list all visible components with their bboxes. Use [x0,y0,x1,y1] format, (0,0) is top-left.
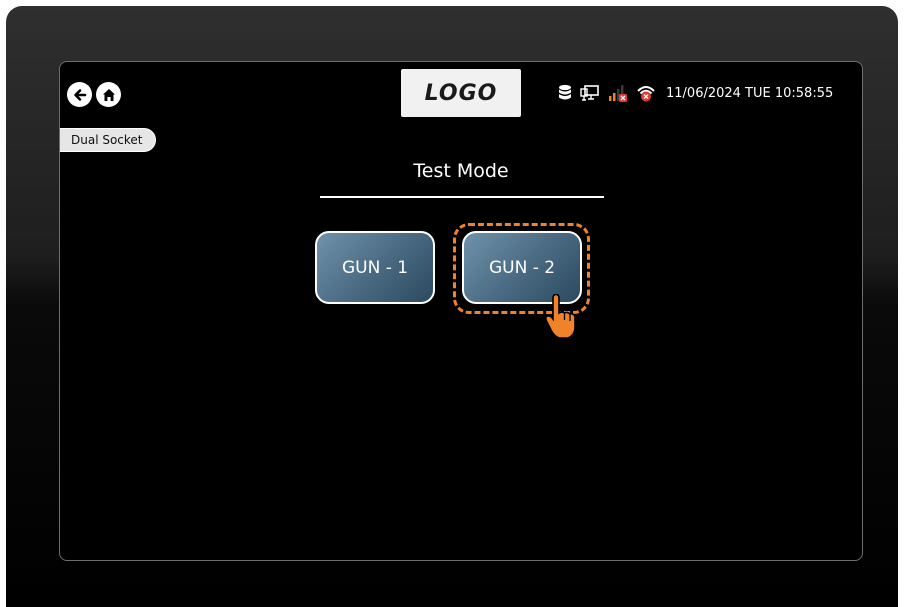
logo: LOGO [401,69,521,117]
title-divider [320,196,604,198]
signal-error-icon [608,84,628,102]
gun-1-button[interactable]: GUN - 1 [315,231,435,304]
back-button[interactable] [67,82,92,107]
logo-text: LOGO [424,80,498,106]
status-bar: 11/06/2024 TUE 10:58:55 [558,82,833,104]
network-icon [580,84,600,102]
pointing-hand-icon [544,294,576,339]
arrow-left-icon [73,88,86,101]
home-icon [102,88,115,101]
page-title: Test Mode [413,160,509,182]
wifi-error-icon [636,84,656,102]
hmi-screen: LOGO 11/06/2024 TUE 10:58:55 Dual Socket… [59,61,863,561]
database-icon [558,84,572,102]
dual-socket-pill[interactable]: Dual Socket [60,128,156,152]
datetime: 11/06/2024 TUE 10:58:55 [666,85,834,101]
home-button[interactable] [96,82,121,107]
